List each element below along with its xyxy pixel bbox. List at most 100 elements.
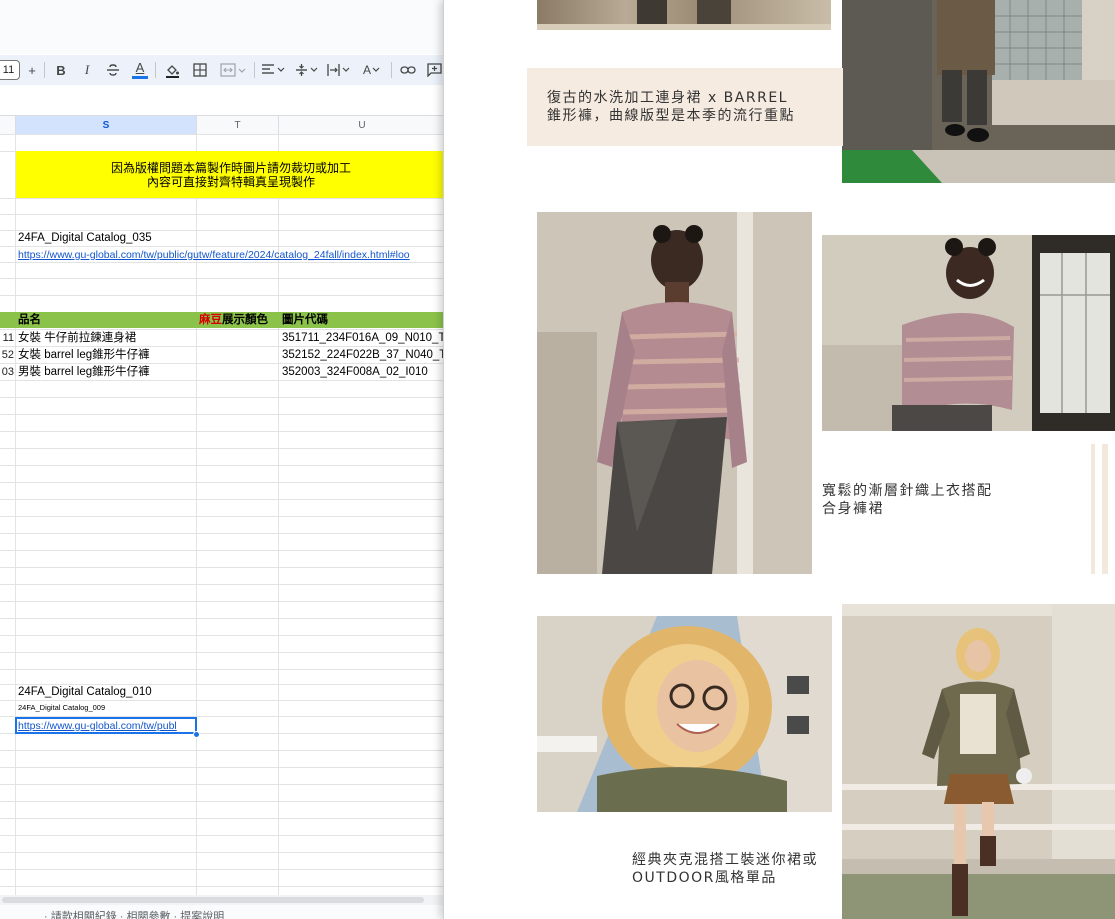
grid-row-line: [0, 818, 446, 819]
header-image-code[interactable]: 圖片代碼: [282, 312, 328, 328]
knit-sweater-photo-smile: [822, 235, 1115, 431]
table-row-name[interactable]: 女裝 牛仔前拉鍊連身裙: [18, 330, 136, 346]
caption-3: 經典夾克混搭工裝迷你裙或 OUTDOOR風格單品: [632, 851, 818, 887]
borders-button[interactable]: [190, 55, 210, 85]
grid-row-line: [0, 516, 446, 517]
scrollbar-thumb[interactable]: [2, 897, 424, 903]
grid-row-line: [0, 584, 446, 585]
street-scene-art: [842, 0, 1115, 183]
header-highlight-text: 麻豆: [199, 314, 222, 326]
grid-row-line: [0, 414, 446, 415]
notice-banner: 因為版權問題本篇製作時圖片請勿裁切或加工 內容可直接對齊特輯真呈現製作: [16, 151, 446, 198]
strikethrough-icon: [107, 64, 119, 76]
toolbar-divider: [391, 62, 392, 78]
street-photo-top-right: [842, 0, 1115, 183]
grid-line: [15, 135, 16, 895]
jacket-model-art: [842, 604, 1115, 919]
strikethrough-button[interactable]: [104, 55, 122, 85]
grid-row-line: [0, 869, 446, 870]
catalog-subtitle-009[interactable]: 24FA_Digital Catalog_009: [18, 702, 105, 714]
grid-row-line: [0, 499, 446, 500]
grid-row-line: [0, 635, 446, 636]
bold-button[interactable]: B: [52, 55, 70, 85]
notice-line-1: 因為版權問題本篇製作時圖片請勿裁切或加工: [110, 160, 351, 175]
italic-label: I: [84, 62, 90, 77]
grid-row-line: [0, 601, 446, 602]
row-number[interactable]: 11: [0, 330, 14, 346]
column-header-u[interactable]: U: [279, 115, 446, 135]
text-rotation-label: A: [362, 63, 371, 77]
grid-row-line: [0, 198, 446, 199]
grid-row-line: [0, 431, 446, 432]
text-rotation-button[interactable]: A: [358, 55, 386, 85]
jacket-miniskirt-photo: [842, 604, 1115, 919]
fill-handle[interactable]: [193, 731, 200, 738]
catalog-title-010[interactable]: 24FA_Digital Catalog_010: [18, 684, 152, 700]
grid-row-line: [0, 886, 446, 887]
column-header-t[interactable]: T: [197, 115, 279, 135]
caption-2-line-2: 合身褲裙: [822, 501, 884, 517]
grid-row-line: [0, 618, 446, 619]
caption-3-line-1: 經典夾克混搭工裝迷你裙或: [632, 852, 818, 868]
fill-color-button[interactable]: [163, 55, 181, 85]
grid-row-line: [0, 482, 446, 483]
text-wrap-icon: [327, 64, 350, 76]
grid-row-line: [0, 448, 446, 449]
table-row-code[interactable]: 351711_234F016A_09_N010_T: [282, 330, 446, 346]
header-product-name[interactable]: 品名: [18, 312, 41, 328]
spreadsheet-window: 11 + B I A A S T U 因為版權問題本篇製作時圖片請勿裁切或加工 …: [0, 0, 446, 919]
sweater-model-art: [537, 212, 812, 574]
caption-1: 復古的水洗加工連身裙 x BARREL 錐形褲，曲線版型是本季的流行重點: [547, 89, 795, 125]
knit-sweater-photo-full: [537, 212, 812, 574]
grid-row-line: [0, 835, 446, 836]
align-left-icon: [262, 64, 285, 74]
header-color-text: 展示顏色: [222, 314, 268, 326]
curly-hair-photo: [537, 616, 832, 812]
bold-label: B: [56, 62, 66, 78]
font-size-field[interactable]: 11: [0, 60, 20, 80]
table-row-name[interactable]: 男裝 barrel leg錐形牛仔褲: [18, 364, 150, 380]
italic-button[interactable]: I: [78, 55, 96, 85]
vertical-align-button[interactable]: [294, 55, 320, 85]
catalog-link-035[interactable]: https://www.gu-global.com/tw/public/gutw…: [18, 247, 446, 263]
grid-row-line: [0, 652, 446, 653]
table-row-name[interactable]: 女裝 barrel leg錐形牛仔褲: [18, 347, 150, 363]
grid-row-line: [0, 214, 446, 215]
merge-cells-button[interactable]: [218, 55, 248, 85]
horizontal-align-button[interactable]: [260, 55, 288, 85]
row-number[interactable]: 03: [0, 364, 14, 380]
text-color-label: A: [135, 59, 145, 75]
insert-comment-button[interactable]: [424, 55, 444, 85]
selected-cell-outline: [15, 717, 197, 734]
sheet-tabs-bar[interactable]: · 請款相關紀錄 · 相關參數 · 提案說明: [0, 905, 446, 919]
plus-label: +: [28, 62, 36, 78]
comment-add-icon: [426, 63, 442, 77]
decorative-stripe: [1102, 444, 1108, 574]
chevron-down-icon: [372, 67, 380, 72]
caption-2-line-1: 寬鬆的漸層針織上衣搭配: [822, 483, 993, 499]
text-color-button[interactable]: A: [130, 55, 150, 85]
row-number[interactable]: 52: [0, 347, 14, 363]
table-row-code[interactable]: 352003_324F008A_02_I010: [282, 364, 446, 380]
curly-hair-model-art: [537, 616, 832, 812]
grid-row-line: [0, 295, 446, 296]
column-header-r[interactable]: [0, 115, 16, 135]
catalog-title-035[interactable]: 24FA_Digital Catalog_035: [18, 230, 152, 246]
grid-row-line: [0, 700, 446, 701]
smiling-model-art: [822, 235, 1115, 431]
grid-row-line: [0, 852, 446, 853]
grid-row-line: [0, 397, 446, 398]
grid-row-line: [0, 567, 446, 568]
header-model-color[interactable]: 麻豆展示顏色: [199, 312, 268, 328]
insert-link-button[interactable]: [398, 55, 418, 85]
grid-row-line: [0, 669, 446, 670]
table-row-code[interactable]: 352152_224F022B_37_N040_T: [282, 347, 446, 363]
grid-row-line: [0, 465, 446, 466]
grid-row-line: [0, 278, 446, 279]
text-wrapping-button[interactable]: [326, 55, 352, 85]
top-photo-legs: [537, 0, 831, 30]
caption-1-line-2: 錐形褲，曲線版型是本季的流行重點: [547, 108, 795, 124]
vertical-align-icon: [296, 64, 318, 76]
column-header-s[interactable]: S: [16, 115, 197, 135]
increase-font-size-button[interactable]: +: [24, 55, 40, 85]
